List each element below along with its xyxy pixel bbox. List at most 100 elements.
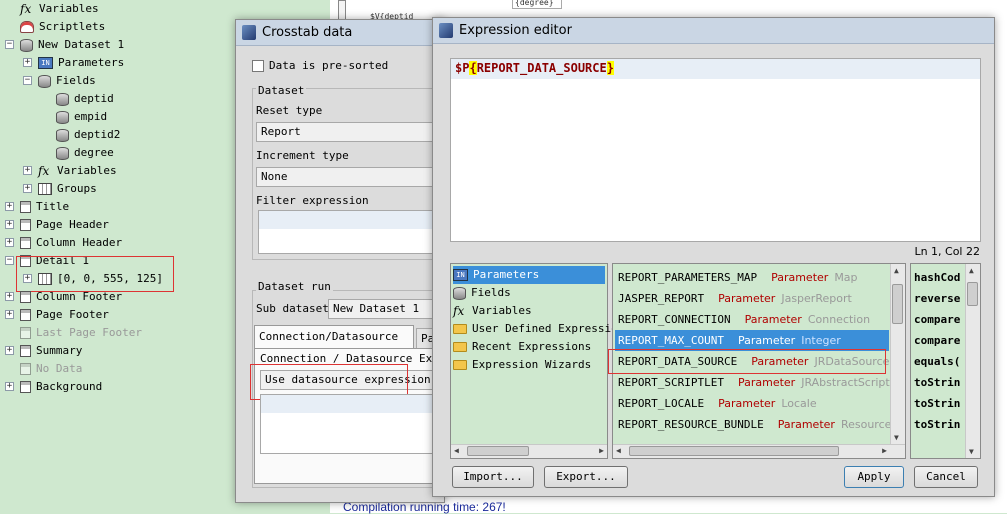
cancel-button[interactable]: Cancel [914,466,978,488]
tree-band-page-footer[interactable]: Page Footer [20,306,109,324]
method-item[interactable]: toStrin [914,414,960,435]
tree-band-no-data[interactable]: No Data [20,360,82,378]
increment-type-select[interactable]: None [256,167,446,187]
expression-editor-titlebar[interactable]: Expression editor [433,18,994,44]
presorted-checkbox[interactable] [252,60,264,72]
tree-band-background[interactable]: Background [20,378,102,396]
parameter-item[interactable]: REPORT_RESOURCE_BUNDLE Parameter ResourceB… [615,414,906,435]
expand-background-toggle[interactable]: + [5,382,14,391]
app-icon [242,25,256,40]
collapse-detail-toggle[interactable]: − [5,256,14,265]
tree-field-item[interactable]: empid [56,108,107,126]
expand-title-toggle[interactable]: + [5,202,14,211]
method-item[interactable]: toStrin [914,372,960,393]
filter-expression-input[interactable] [258,210,446,254]
parameter-name: REPORT_DATA_SOURCE [618,355,738,368]
expand-parameters-toggle[interactable]: + [23,58,32,67]
parameter-item[interactable]: JASPER_REPORT Parameter JasperReport [615,288,889,309]
method-vscrollbar[interactable]: ▲ ▼ [965,264,980,458]
parameter-kind: Parameter [718,292,776,305]
parameter-name: REPORT_RESOURCE_BUNDLE [618,418,764,431]
scroll-down-icon: ▼ [894,433,899,442]
expand-crosstab-toggle[interactable]: + [23,274,32,283]
parameter-item[interactable]: REPORT_CONNECTION Parameter Connection [615,309,889,330]
tree-crosstab-element[interactable]: [0, 0, 555, 125] [38,270,163,288]
parameter-item[interactable]: REPORT_SCRIPTLET Parameter JRAbstractScrip… [615,372,890,393]
tree-band-column-header[interactable]: Column Header [20,234,122,252]
field-icon [56,110,69,124]
dataset-icon [20,38,33,52]
category-hscrollbar[interactable]: ◀ ▶ [451,444,607,458]
category-fields[interactable]: Fields [453,284,511,302]
tree-band-detail[interactable]: Detail 1 [20,252,89,270]
tree-item-groups[interactable]: Groups [38,180,97,198]
connection-type-select[interactable]: Use datasource expression [260,370,446,390]
category-user-defined[interactable]: User Defined Expressions [453,320,631,338]
tree-band-summary[interactable]: Summary [20,342,82,360]
expand-column-header-toggle[interactable]: + [5,238,14,247]
dataset-group-label: Dataset [256,84,307,97]
tree-item-dataset[interactable]: New Dataset 1 [20,36,124,54]
connection-expression-input[interactable] [260,394,446,454]
method-item[interactable]: toStrin [914,393,960,414]
apply-button[interactable]: Apply [844,466,904,488]
parameter-kind: Parameter [718,397,776,410]
method-item[interactable]: hashCod [914,267,960,288]
method-item[interactable]: compare [914,330,960,351]
collapse-fields-toggle[interactable]: − [23,76,32,85]
parameter-hscrollbar[interactable]: ◀ ▶ [613,444,905,458]
collapse-dataset-toggle[interactable]: − [5,40,14,49]
folder-icon [453,342,467,352]
category-wizards[interactable]: Expression Wizards [453,356,591,374]
crosstab-title: Crosstab data [262,25,353,40]
expand-page-footer-toggle[interactable]: + [5,310,14,319]
parameter-item[interactable]: REPORT_DATA_SOURCE Parameter JRDataSource [615,351,889,372]
fields-icon [453,286,466,300]
tree-item-dataset-variables[interactable]: fx Variables [38,162,117,180]
field-icon [56,146,69,160]
band-icon [20,219,31,231]
parameter-item[interactable]: REPORT_LOCALE Parameter Locale [615,393,889,414]
expression-editor-title: Expression editor [459,23,572,38]
parameter-type: JRAbstractScript [801,376,890,389]
reset-type-select[interactable]: Report [256,122,446,142]
groups-icon [38,183,52,195]
method-item[interactable]: reverse [914,288,960,309]
tree-field-item[interactable]: deptid2 [56,126,120,144]
expand-column-footer-toggle[interactable]: + [5,292,14,301]
tree-band-last-page-footer[interactable]: Last Page Footer [20,324,142,342]
function-icon: fx [453,304,465,318]
presorted-label: Data is pre-sorted [269,59,389,72]
tree-band-title[interactable]: Title [20,198,69,216]
parameter-item[interactable]: REPORT_PARAMETERS_MAP Parameter Map [615,267,889,288]
tree-item-parameters[interactable]: IN Parameters [38,54,124,72]
method-item[interactable]: compare [914,309,960,330]
tree-item-fields[interactable]: Fields [38,72,96,90]
crosstab-titlebar[interactable]: Crosstab data [236,20,444,46]
import-button[interactable]: Import... [452,466,534,488]
band-icon [20,327,31,339]
sub-dataset-select[interactable]: New Dataset 1 [328,299,446,319]
tree-field-item[interactable]: degree [56,144,114,162]
export-button[interactable]: Export... [544,466,628,488]
tree-item-scriptlets[interactable]: Scriptlets [20,18,105,36]
parameter-item[interactable]: REPORT_MAX_COUNT Parameter Integer [615,330,889,351]
method-item[interactable]: equals( [914,351,960,372]
tab-connection[interactable]: Connection/Datasource exp [254,325,414,365]
expand-page-header-toggle[interactable]: + [5,220,14,229]
parameter-type: Map [834,271,858,284]
expand-variables-toggle[interactable]: + [23,166,32,175]
expand-summary-toggle[interactable]: + [5,346,14,355]
scroll-up-icon: ▲ [969,266,974,275]
report-ruler [338,0,346,20]
tree-field-item[interactable]: deptid [56,90,114,108]
tree-band-page-header[interactable]: Page Header [20,216,109,234]
parameter-vscrollbar[interactable]: ▲ ▼ [890,264,905,444]
category-parameters[interactable]: IN Parameters [453,266,605,284]
expression-textarea[interactable]: $P{REPORT_DATA_SOURCE} [450,58,981,242]
category-recent[interactable]: Recent Expressions [453,338,591,356]
category-variables[interactable]: fx Variables [453,302,532,320]
expand-groups-toggle[interactable]: + [23,184,32,193]
tree-band-column-footer[interactable]: Column Footer [20,288,122,306]
tree-item-variables[interactable]: fx Variables [20,0,99,18]
